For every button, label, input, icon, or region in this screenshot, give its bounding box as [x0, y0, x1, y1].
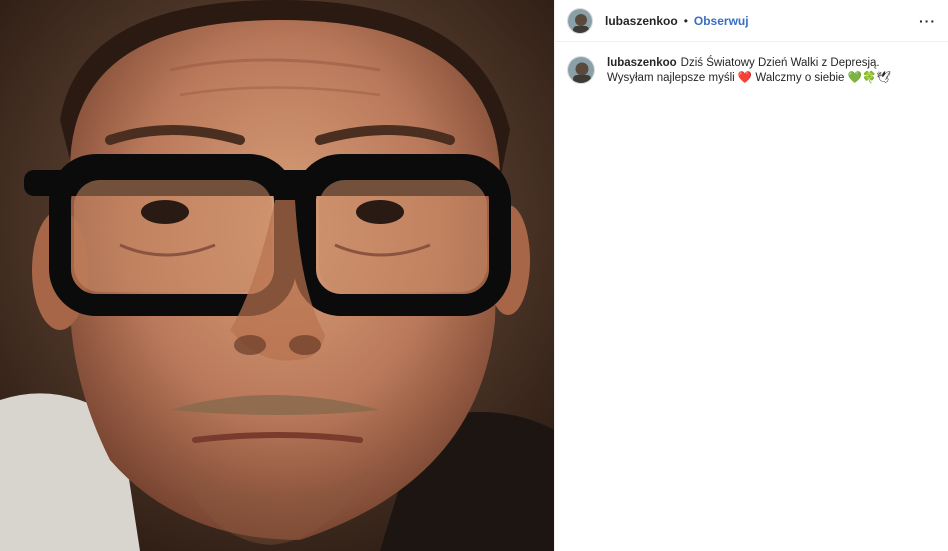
follow-button[interactable]: Obserwuj — [694, 14, 749, 28]
instagram-post: lubaszenkoo • Obserwuj ··· lubaszenkoo Dz… — [0, 0, 948, 551]
caption-block: lubaszenkoo Dziś Światowy Dzień Walki z D… — [555, 42, 948, 86]
avatar[interactable] — [567, 56, 595, 84]
profile-picture-icon — [568, 57, 594, 83]
username-link[interactable]: lubaszenkoo — [605, 14, 678, 28]
avatar[interactable] — [567, 7, 593, 34]
portrait-photo-icon — [0, 0, 554, 551]
caption-username-link[interactable]: lubaszenkoo — [607, 57, 677, 69]
post-photo[interactable] — [0, 0, 554, 551]
post-header: lubaszenkoo • Obserwuj ··· — [555, 0, 948, 42]
profile-picture-icon — [568, 8, 592, 33]
more-options-icon[interactable]: ··· — [919, 13, 936, 29]
separator-dot: • — [683, 13, 688, 28]
post-caption: lubaszenkoo Dziś Światowy Dzień Walki z D… — [607, 56, 917, 86]
post-sidebar: lubaszenkoo • Obserwuj ··· lubaszenkoo Dz… — [554, 0, 948, 551]
